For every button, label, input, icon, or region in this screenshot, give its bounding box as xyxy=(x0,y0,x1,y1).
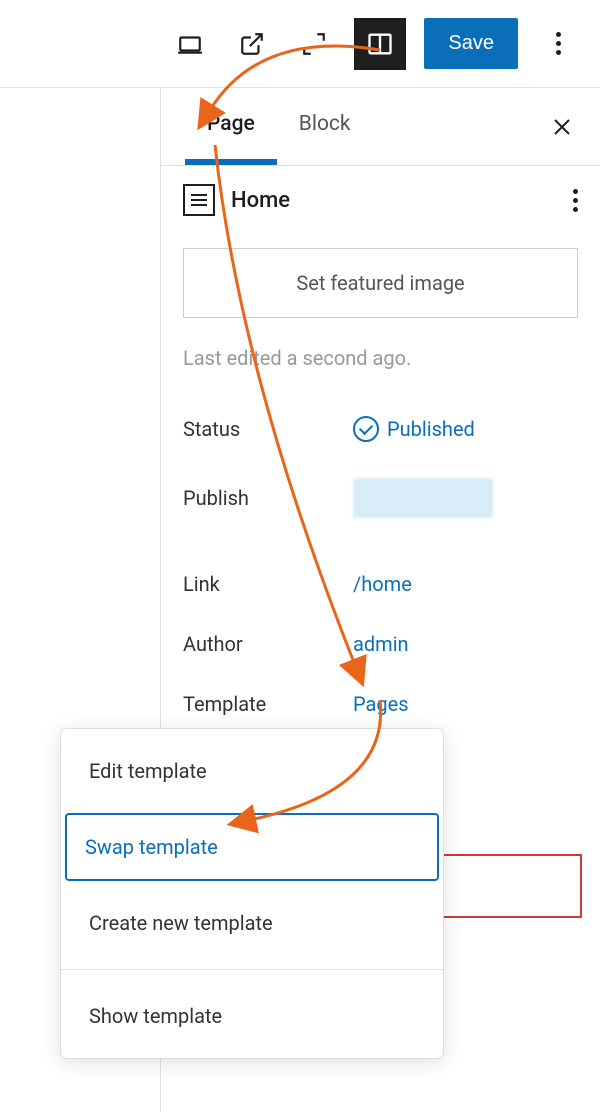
status-label: Status xyxy=(183,417,343,441)
page-title: Home xyxy=(231,188,578,213)
sidebar-toggle-button[interactable] xyxy=(354,18,406,70)
link-label: Link xyxy=(183,572,343,596)
page-header-more-icon[interactable] xyxy=(573,189,578,212)
link-value[interactable]: /home xyxy=(353,572,412,596)
last-edited-text: Last edited a second ago. xyxy=(161,338,600,398)
publish-field: Publish xyxy=(161,460,600,536)
external-link-icon[interactable] xyxy=(230,22,274,66)
menu-swap-template[interactable]: Swap template xyxy=(65,813,439,881)
template-field: Template Pages xyxy=(161,674,600,734)
page-type-icon xyxy=(183,184,215,216)
menu-divider xyxy=(61,969,443,970)
close-panel-icon[interactable] xyxy=(546,111,578,143)
author-label: Author xyxy=(183,632,343,656)
check-icon xyxy=(353,416,379,442)
menu-show-template[interactable]: Show template xyxy=(65,978,439,1054)
tab-block[interactable]: Block xyxy=(277,88,373,165)
template-label: Template xyxy=(183,692,343,716)
panel-tabs: Page Block xyxy=(161,88,600,166)
author-field: Author admin xyxy=(161,614,600,674)
save-button[interactable]: Save xyxy=(424,18,518,69)
author-value[interactable]: admin xyxy=(353,632,409,656)
status-value[interactable]: Published xyxy=(353,416,475,442)
publish-value-redacted[interactable] xyxy=(353,478,493,518)
menu-edit-template[interactable]: Edit template xyxy=(65,733,439,809)
editor-toolbar: Save xyxy=(0,0,600,88)
template-dropdown-menu: Edit template Swap template Create new t… xyxy=(60,728,444,1059)
toolbar-more-icon[interactable] xyxy=(536,22,580,66)
template-value[interactable]: Pages xyxy=(353,692,409,716)
publish-label: Publish xyxy=(183,486,343,510)
fullscreen-icon[interactable] xyxy=(292,22,336,66)
device-preview-icon[interactable] xyxy=(168,22,212,66)
link-field: Link /home xyxy=(161,554,600,614)
tab-page[interactable]: Page xyxy=(185,88,277,165)
set-featured-image-button[interactable]: Set featured image xyxy=(183,248,578,318)
menu-create-new-template[interactable]: Create new template xyxy=(65,885,439,961)
page-header: Home xyxy=(161,166,600,234)
status-text: Published xyxy=(387,417,475,441)
status-field: Status Published xyxy=(161,398,600,460)
